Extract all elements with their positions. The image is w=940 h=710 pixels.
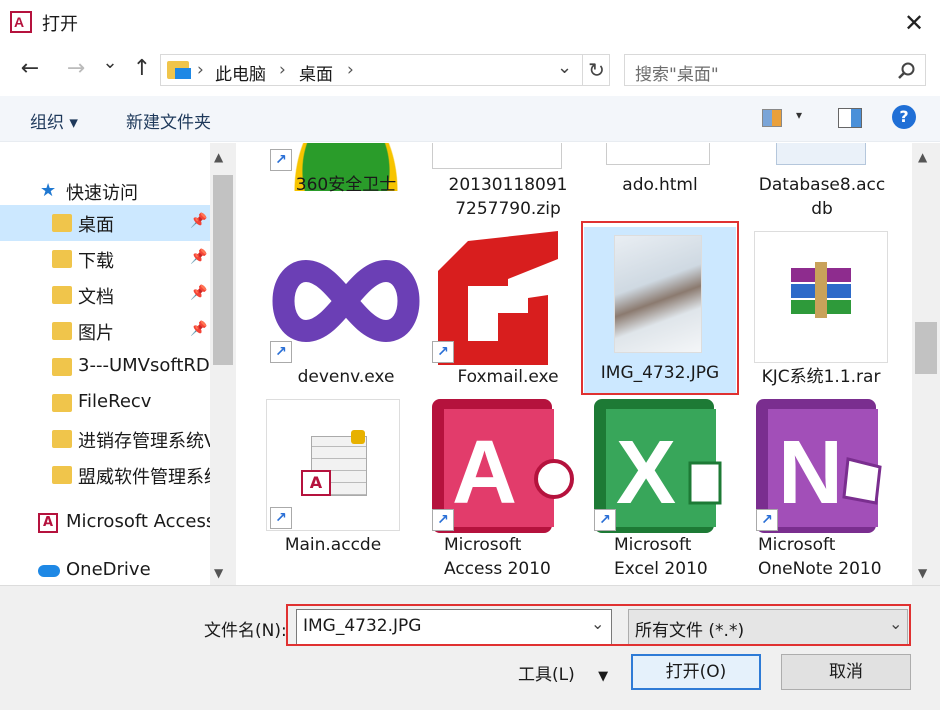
file-grid-scrollbar-thumb[interactable]	[915, 322, 937, 374]
sidebar-item-label: Microsoft Access	[66, 511, 210, 532]
shortcut-arrow-icon: ↗	[756, 509, 778, 531]
tools-button[interactable]: 工具(L) ▼	[518, 660, 608, 685]
file-name: Database8.acc db	[758, 175, 886, 219]
rar-icon	[754, 231, 888, 363]
folder-icon	[52, 466, 72, 484]
new-folder-button[interactable]: 新建文件夹	[126, 108, 211, 133]
file-name: 20130118091 7257790.zip	[448, 175, 568, 219]
sidebar-item-label: 进销存管理系统V	[78, 431, 210, 452]
sidebar-item-umvsoftrd[interactable]: 3---UMVsoftRD	[0, 349, 210, 385]
file-name: Microsoft OneNote 2010	[758, 535, 882, 579]
search-icon	[898, 62, 915, 79]
refresh-button[interactable]: ↻	[582, 54, 610, 86]
download-folder-icon	[52, 250, 72, 268]
folder-icon	[52, 394, 72, 412]
window-title: 打开	[42, 14, 78, 35]
folder-icon	[52, 214, 72, 232]
file-name: KJC系统1.1.rar	[761, 367, 881, 387]
sidebar-item-label: 盟威软件管理系统	[78, 467, 210, 488]
svg-text:A: A	[14, 14, 24, 30]
shortcut-arrow-icon: ↗	[270, 149, 292, 171]
search-placeholder: 搜索"桌面"	[635, 65, 719, 85]
sidebar-item-label: FileRecv	[78, 391, 152, 412]
breadcrumb-this-pc[interactable]: 此电脑	[215, 60, 266, 85]
file-grid: ↗ 360安全卫士 20130118091 7257790.zip ado.ht…	[236, 143, 912, 585]
documents-folder-icon	[52, 286, 72, 304]
pin-icon: 📌	[190, 285, 208, 301]
close-button[interactable]: ✕	[898, 8, 930, 38]
sidebar-item-desktop[interactable]: 桌面 📌	[0, 205, 210, 241]
sidebar-item-inventory-system[interactable]: 进销存管理系统V	[0, 421, 210, 457]
selected-file-highlight	[581, 221, 739, 395]
shortcut-arrow-icon: ↗	[594, 509, 616, 531]
sidebar-item-microsoft-access[interactable]: A Microsoft Access	[0, 505, 210, 541]
organize-button[interactable]: 组织 ▾	[30, 108, 78, 133]
chevron-down-icon: ▼	[598, 669, 609, 684]
sidebar-item-documents[interactable]: 文档 📌	[0, 277, 210, 313]
scroll-down-icon[interactable]: ▼	[918, 566, 927, 580]
scroll-down-icon[interactable]: ▼	[214, 566, 223, 580]
svg-text:N: N	[778, 423, 843, 523]
filename-row-highlight	[286, 604, 911, 646]
scroll-up-icon[interactable]: ▲	[214, 150, 223, 164]
sidebar-item-mengwei-system[interactable]: 盟威软件管理系统	[0, 457, 210, 493]
breadcrumb-separator: ›	[279, 60, 286, 80]
folder-icon	[52, 430, 72, 448]
address-bar[interactable]: › 此电脑 › 桌面 › ⌄	[160, 54, 610, 86]
file-name: Microsoft Access 2010	[444, 535, 551, 579]
access-icon: A	[38, 513, 58, 533]
svg-text:A: A	[452, 423, 517, 523]
file-name: Foxmail.exe	[457, 367, 559, 387]
breadcrumb-separator: ›	[347, 60, 354, 80]
open-button[interactable]: 打开(O)	[631, 654, 761, 690]
breadcrumb-separator: ›	[197, 60, 204, 80]
address-history-chevron-icon[interactable]: ⌄	[557, 57, 572, 78]
pin-icon: 📌	[190, 249, 208, 265]
shortcut-arrow-icon: ↗	[432, 509, 454, 531]
view-options-chevron-icon[interactable]: ▾	[796, 108, 802, 122]
cancel-button[interactable]: 取消	[781, 654, 911, 690]
sidebar-item-pictures[interactable]: 图片 📌	[0, 313, 210, 349]
forward-button[interactable]: →	[62, 56, 90, 81]
change-view-icon[interactable]	[762, 109, 782, 127]
this-pc-monitor-icon	[175, 68, 191, 79]
filename-label: 文件名(N):	[204, 621, 287, 641]
recent-locations-button[interactable]: ⌄	[100, 52, 120, 73]
sidebar-item-label: 3---UMVsoftRD	[78, 355, 210, 376]
help-icon[interactable]: ?	[892, 105, 916, 129]
sidebar-item-quick-access[interactable]: ★ 快速访问	[0, 173, 210, 209]
cloud-icon	[38, 565, 60, 577]
shortcut-arrow-icon: ↗	[270, 341, 292, 363]
breadcrumb-desktop[interactable]: 桌面	[299, 60, 333, 85]
svg-text:X: X	[616, 423, 676, 523]
pin-icon: 📌	[190, 321, 208, 337]
sidebar-item-label: 快速访问	[66, 183, 138, 204]
navigation-pane: ★ 快速访问 桌面 📌 下载 📌 文档 📌 图片 📌 3---UMVsoftRD…	[0, 143, 236, 585]
search-box[interactable]: 搜索"桌面"	[624, 54, 926, 86]
sidebar-item-label: OneDrive	[66, 559, 151, 580]
pictures-folder-icon	[52, 322, 72, 340]
shortcut-arrow-icon: ↗	[270, 507, 292, 529]
up-button[interactable]: ↑	[128, 56, 156, 81]
preview-pane-icon[interactable]	[838, 108, 862, 128]
title-bar	[0, 0, 940, 46]
file-name: devenv.exe	[297, 367, 395, 387]
file-name: Microsoft Excel 2010	[614, 535, 708, 579]
sidebar-item-onedrive[interactable]: OneDrive	[0, 553, 210, 589]
file-name: ado.html	[622, 175, 698, 195]
pin-icon: 📌	[190, 213, 208, 229]
star-icon: ★	[40, 180, 57, 201]
tools-label: 工具(L)	[518, 665, 575, 685]
shortcut-arrow-icon: ↗	[432, 341, 454, 363]
file-name: Main.accde	[284, 535, 382, 555]
back-button[interactable]: ←	[16, 56, 44, 81]
scroll-up-icon[interactable]: ▲	[918, 150, 927, 164]
sidebar-item-filerecv[interactable]: FileRecv	[0, 385, 210, 421]
folder-icon	[52, 358, 72, 376]
access-app-icon: A	[10, 11, 32, 33]
sidebar-item-downloads[interactable]: 下载 📌	[0, 241, 210, 277]
file-name: 360安全卫士	[295, 175, 397, 195]
sidebar-scrollbar-thumb[interactable]	[213, 175, 233, 365]
command-bar: 组织 ▾ 新建文件夹 ▾ ?	[0, 96, 940, 142]
